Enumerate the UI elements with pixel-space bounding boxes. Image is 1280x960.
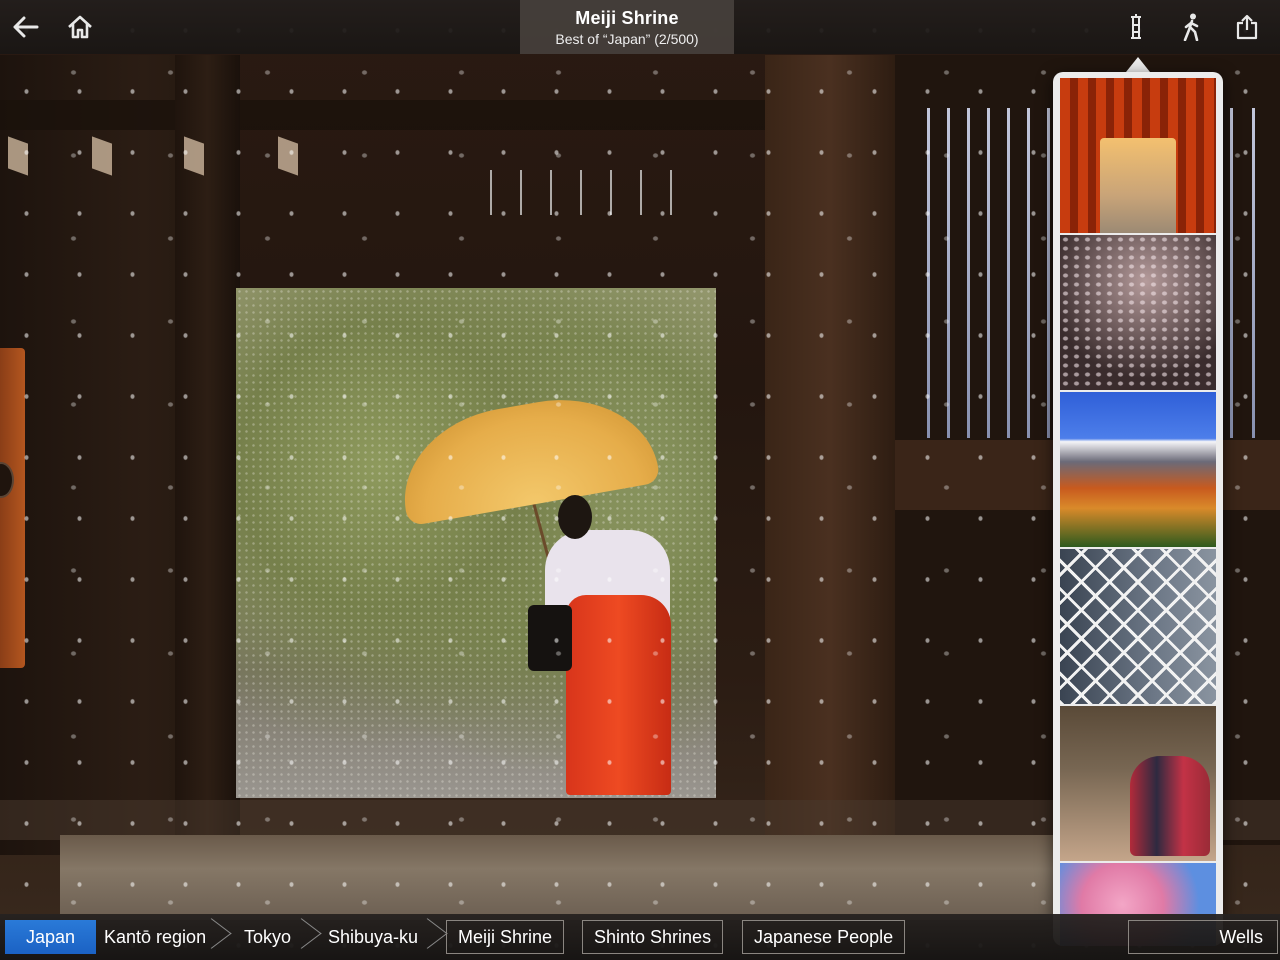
page-title: Meiji Shrine [575, 8, 679, 28]
breadcrumb-item-kanto[interactable]: Kantō region [104, 920, 214, 954]
tag-chip-japanese-people[interactable]: Japanese People [742, 920, 906, 954]
thumbnail-cocoon-tower[interactable] [1060, 549, 1216, 704]
breadcrumb-label: Japan [25, 926, 76, 947]
tag-chip-label: Japanese People [754, 926, 894, 947]
breadcrumb-label: Kantō region [104, 926, 207, 947]
thumbnail-castle-cherry-blossoms[interactable] [1060, 235, 1216, 390]
tag-chip-meiji-shrine[interactable]: Meiji Shrine [446, 920, 565, 954]
breadcrumb-item-tokyo[interactable]: Tokyo [244, 920, 304, 954]
tower-view-button[interactable] [1116, 8, 1156, 46]
back-button[interactable] [6, 8, 46, 46]
tag-chip-label: Wells [1219, 926, 1263, 947]
thumbnail-popover [1053, 72, 1223, 946]
breadcrumb-item-shibuya[interactable]: Shibuya-ku [328, 920, 430, 954]
thumbnail-kimono-street[interactable] [1060, 706, 1216, 861]
breadcrumb: Japan Kantō region Tokyo Shibuya-ku Meij… [0, 914, 1280, 960]
title-box: Meiji Shrine Best of “Japan” (2/500) [520, 0, 734, 54]
home-icon [68, 15, 92, 39]
walking-person-icon [1183, 13, 1199, 41]
top-bar: Meiji Shrine Best of “Japan” (2/500) [0, 0, 1280, 54]
arrow-left-icon [13, 16, 39, 38]
breadcrumb-label: Shibuya-ku [328, 926, 419, 947]
share-button[interactable] [1227, 8, 1267, 46]
tag-chip-wells[interactable]: Wells [1128, 920, 1278, 954]
popover-arrow [1126, 57, 1150, 72]
share-icon [1236, 14, 1258, 40]
home-button[interactable] [60, 8, 100, 46]
tag-chip-label: Shinto Shrines [594, 926, 712, 947]
breadcrumb-item-japan[interactable]: Japan [5, 920, 96, 954]
walk-mode-button[interactable] [1172, 8, 1212, 46]
page-subtitle: Best of “Japan” (2/500) [555, 31, 699, 47]
thumbnail-mount-fuji[interactable] [1060, 392, 1216, 547]
tower-icon [1131, 14, 1141, 39]
thumbnail-torii-gates[interactable] [1060, 78, 1216, 233]
tag-chip-label: Meiji Shrine [458, 926, 553, 947]
breadcrumb-label: Tokyo [244, 926, 292, 947]
tag-chip-shinto-shrines[interactable]: Shinto Shrines [582, 920, 724, 954]
